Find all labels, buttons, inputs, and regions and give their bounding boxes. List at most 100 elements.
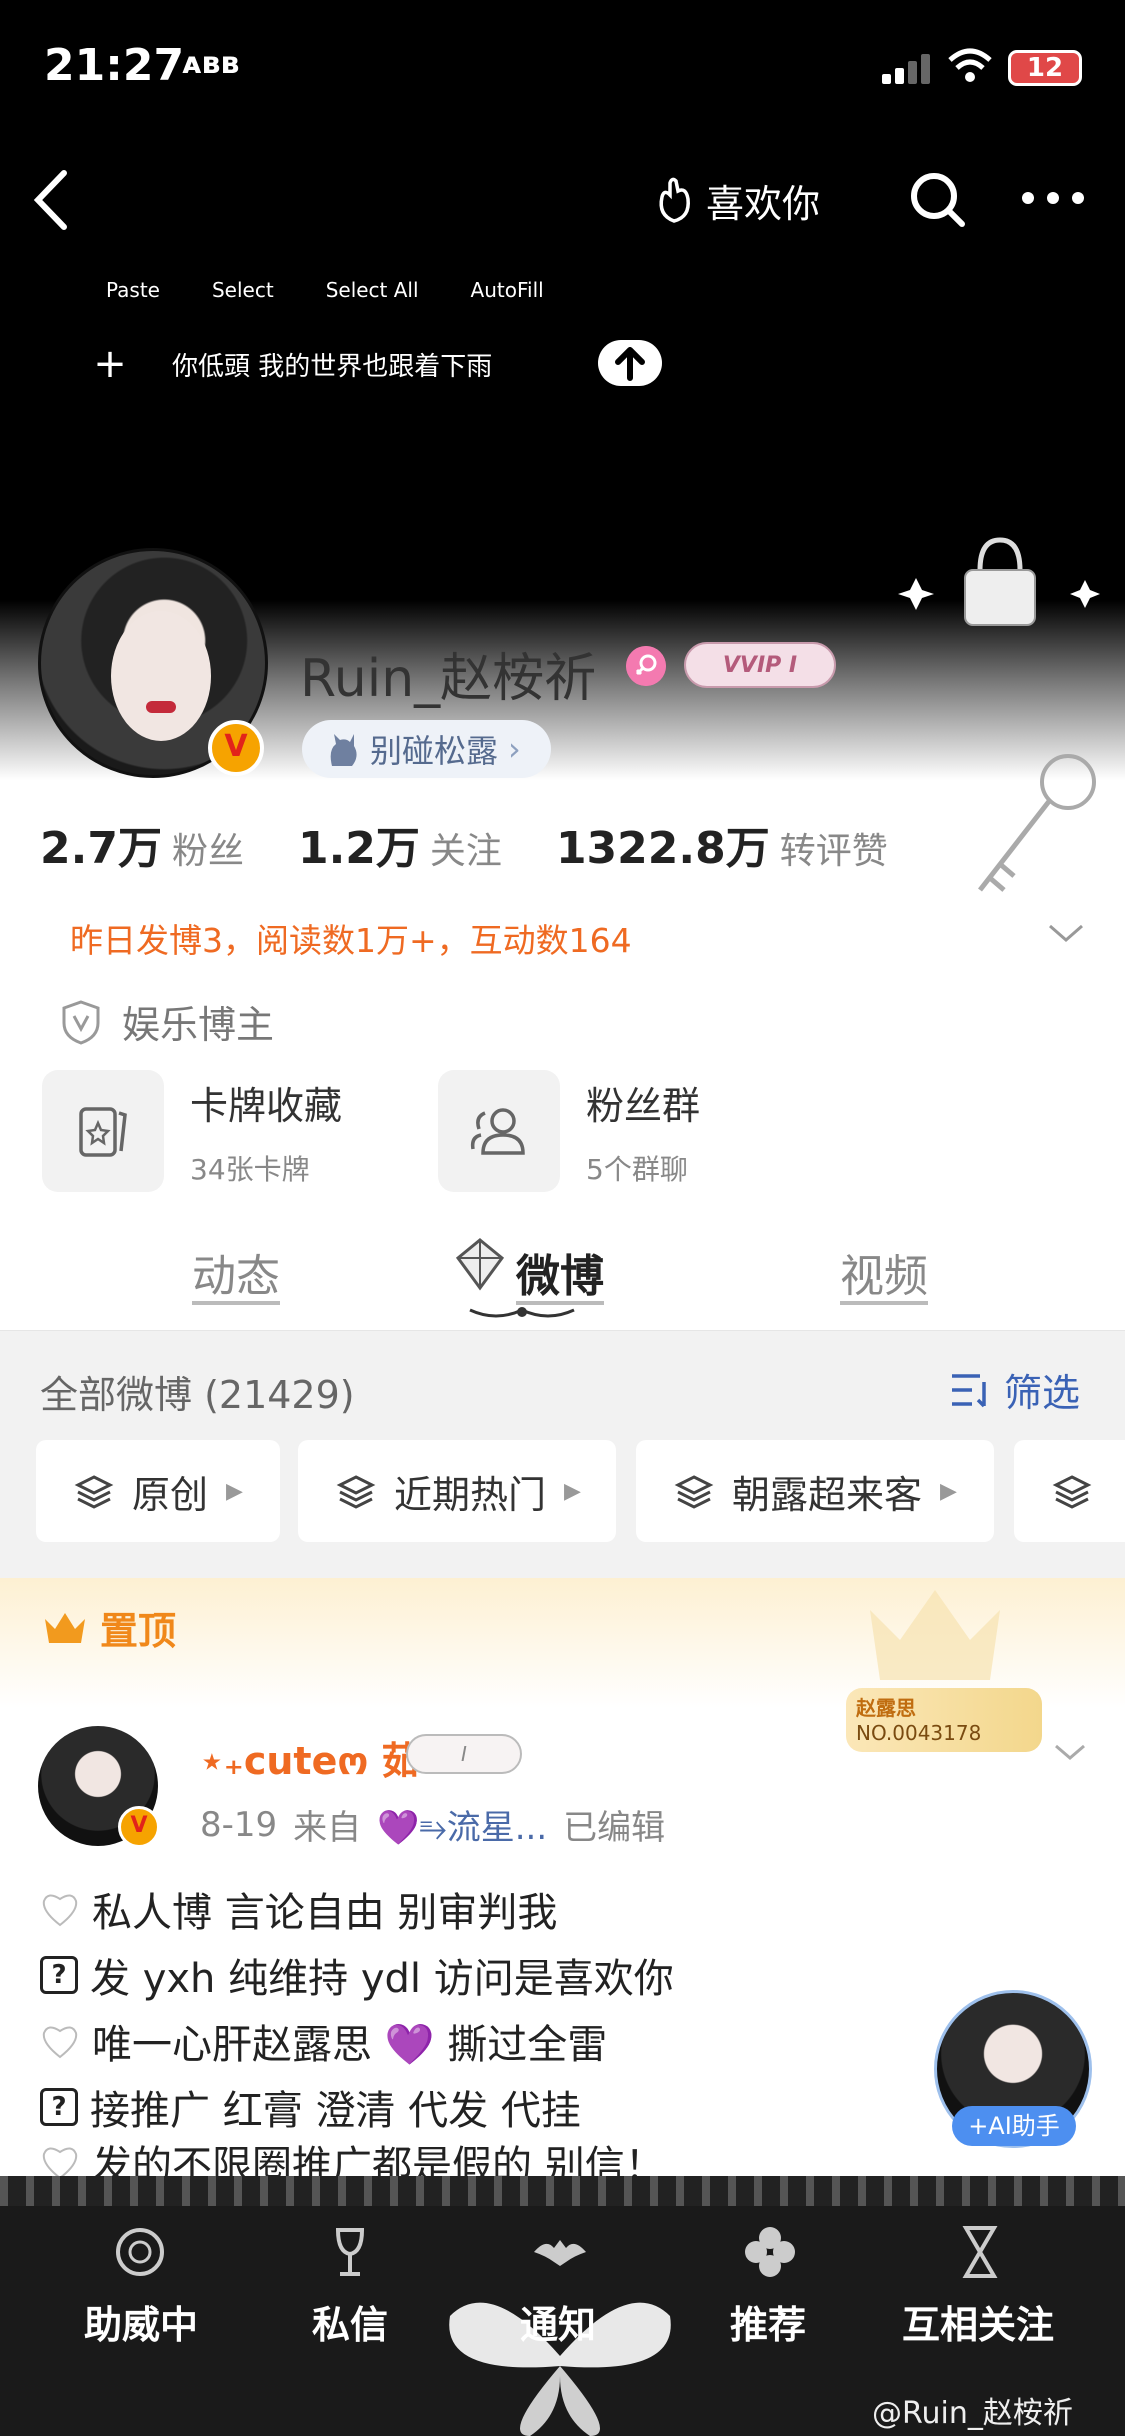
- status-time: 21:27: [44, 40, 185, 91]
- filter-icon: [952, 1373, 986, 1407]
- daily-activity-summary[interactable]: 昨日发博3，阅读数1万+，互动数164: [70, 914, 632, 962]
- post-line: 私人博 言论自由 别审判我: [40, 1876, 674, 1942]
- nav-recommend[interactable]: 推荐: [730, 2294, 806, 2349]
- stat-followers-count: 2.7万: [40, 823, 162, 874]
- post-line-text: 发 yxh 纯维持 ydl 访问是喜欢你: [90, 1956, 674, 2002]
- layers-icon: [674, 1475, 714, 1509]
- hourglass-icon: [962, 2226, 998, 2278]
- post-content[interactable]: 私人博 言论自由 别审判我 ? 发 yxh 纯维持 ydl 访问是喜欢你 唯一心…: [40, 1876, 674, 2184]
- caret-right-icon: ▶: [940, 1478, 957, 1504]
- tab-feed[interactable]: 动态: [192, 1240, 280, 1304]
- post-line: 唯一心肝赵露思 💜 撕过全雷: [40, 2008, 674, 2074]
- blogger-type-tag[interactable]: 娱乐博主: [60, 994, 274, 1049]
- fan-badge-number: NO.0043178: [856, 1721, 982, 1745]
- signal-icon: [882, 54, 930, 84]
- like-you-button[interactable]: 喜欢你: [652, 168, 820, 232]
- unknown-glyph-icon: ?: [40, 1956, 78, 1994]
- tab-weibo[interactable]: 微博: [516, 1240, 604, 1304]
- profile-header-background: [0, 0, 1125, 620]
- post-line: ? 接推广 红膏 澄清 代发 代挂: [40, 2074, 674, 2140]
- back-button[interactable]: [28, 165, 78, 235]
- watermark-text: @Ruin_赵桉祈: [872, 2396, 1073, 2431]
- card-collection-entry[interactable]: 卡牌收藏 34张卡牌: [42, 1070, 342, 1192]
- text-edit-menu: Paste Select Select All AutoFill: [100, 270, 550, 310]
- stat-interactions-label: 转评赞: [779, 831, 888, 872]
- gem-decoration-icon: [455, 1238, 505, 1291]
- stat-following-label: 关注: [429, 831, 502, 872]
- layers-icon: [336, 1475, 376, 1509]
- more-options-icon[interactable]: [1018, 178, 1088, 218]
- post-from: 来自: [293, 1808, 362, 1848]
- profile-username: Ruin_赵桉祈: [300, 649, 597, 709]
- caret-right-icon: ▶: [564, 1478, 581, 1504]
- filter-button[interactable]: 筛选: [950, 1362, 1080, 1417]
- fan-badge-name: 赵露思: [856, 1696, 916, 1720]
- nav-mutual-follow[interactable]: 互相关注: [902, 2294, 1054, 2349]
- fan-group-entry[interactable]: 粉丝群 5个群聊: [438, 1070, 700, 1192]
- chalice-icon: [335, 2228, 365, 2276]
- profile-stats: 2.7万 粉丝 1.2万 关注 1322.8万 转评赞: [40, 812, 888, 876]
- chevron-right-icon: ›: [508, 730, 521, 768]
- caret-right-icon: ▶: [226, 1478, 243, 1504]
- paste-menu-item[interactable]: Paste: [100, 270, 166, 310]
- stat-interactions[interactable]: 1322.8万 转评赞: [556, 812, 888, 876]
- send-arrow-icon[interactable]: [598, 340, 662, 386]
- add-button[interactable]: +: [90, 341, 130, 387]
- knot-icon: [116, 2228, 164, 2276]
- tab-underline-decoration: [469, 1307, 575, 1318]
- autofill-menu-item[interactable]: AutoFill: [465, 270, 550, 310]
- clover-icon: [745, 2227, 795, 2277]
- post-date: 8-19: [200, 1804, 278, 1845]
- stat-following[interactable]: 1.2万 关注: [298, 812, 502, 876]
- padlock-decoration: [898, 537, 1100, 626]
- chip-recent-hot[interactable]: 近期热门 ▶: [298, 1440, 616, 1542]
- chip-super-visitor[interactable]: 朝露超来客 ▶: [636, 1440, 994, 1542]
- post-source[interactable]: 💜⥱流星...: [377, 1800, 547, 1849]
- nav-notifications[interactable]: 通知: [520, 2294, 596, 2349]
- all-posts-count: 全部微博 (21429): [40, 1373, 355, 1417]
- pinned-label-text: 置顶: [100, 1609, 177, 1653]
- nav-cheering[interactable]: 助威中: [84, 2294, 198, 2349]
- status-input-text[interactable]: 你低頭 我的世界也跟着下雨: [172, 346, 492, 383]
- like-you-label: 喜欢你: [706, 181, 821, 226]
- hand-heart-icon: [659, 177, 690, 223]
- status-extra: ᴀʙʙ: [182, 46, 240, 81]
- white-heart-icon: [42, 2026, 78, 2059]
- card-collection-title: 卡牌收藏: [190, 1083, 343, 1128]
- profile-tag-label: 别碰松露: [370, 732, 499, 770]
- white-heart-icon: [42, 1894, 78, 1927]
- post-line-text: 接推广 红膏 澄清 代发 代挂: [90, 2088, 581, 2134]
- unknown-glyph-icon: ?: [40, 2088, 78, 2126]
- post-author-badge: I: [406, 1734, 522, 1774]
- ai-assistant-button[interactable]: +AI助手: [952, 2106, 1076, 2146]
- stat-followers[interactable]: 2.7万 粉丝: [40, 812, 244, 876]
- chip-original[interactable]: 原创 ▶: [36, 1440, 280, 1542]
- female-gender-icon: [626, 646, 666, 686]
- crown-watermark-icon: [870, 1590, 1000, 1680]
- fan-badge-card[interactable]: 赵露思 NO.0043178: [846, 1688, 1042, 1752]
- chevron-down-icon[interactable]: [1052, 1740, 1088, 1764]
- post-edited: 已编辑: [563, 1808, 666, 1848]
- tab-video[interactable]: 视频: [840, 1240, 928, 1304]
- group-icon: [438, 1070, 560, 1192]
- nav-messages[interactable]: 私信: [312, 2294, 388, 2349]
- search-icon[interactable]: [906, 168, 970, 232]
- chip-recent-hot-label: 近期热门: [394, 1472, 547, 1517]
- crown-icon: [45, 1612, 85, 1643]
- chip-more[interactable]: [1014, 1440, 1125, 1542]
- post-line-text: 私人博 言论自由 别审判我: [92, 1890, 558, 1936]
- post-verified-badge: V: [118, 1806, 160, 1848]
- chevron-down-icon[interactable]: [1046, 918, 1086, 948]
- post-meta: 8-19 来自 💜⥱流星... 已编辑: [200, 1800, 665, 1849]
- lace-border: [0, 2176, 1125, 2206]
- select-all-menu-item[interactable]: Select All: [320, 270, 425, 310]
- stat-followers-label: 粉丝: [171, 831, 244, 872]
- wifi-icon: [948, 48, 992, 82]
- vvip-badge[interactable]: VVIP I: [684, 642, 836, 688]
- profile-tag-pill[interactable]: 别碰松露 ›: [302, 720, 551, 778]
- shield-v-icon: [62, 999, 100, 1045]
- post-author-name[interactable]: ⋆₊cuteო 茹: [200, 1730, 420, 1785]
- layers-icon: [74, 1475, 114, 1509]
- card-collection-sub: 34张卡牌: [190, 1152, 310, 1186]
- select-menu-item[interactable]: Select: [206, 270, 280, 310]
